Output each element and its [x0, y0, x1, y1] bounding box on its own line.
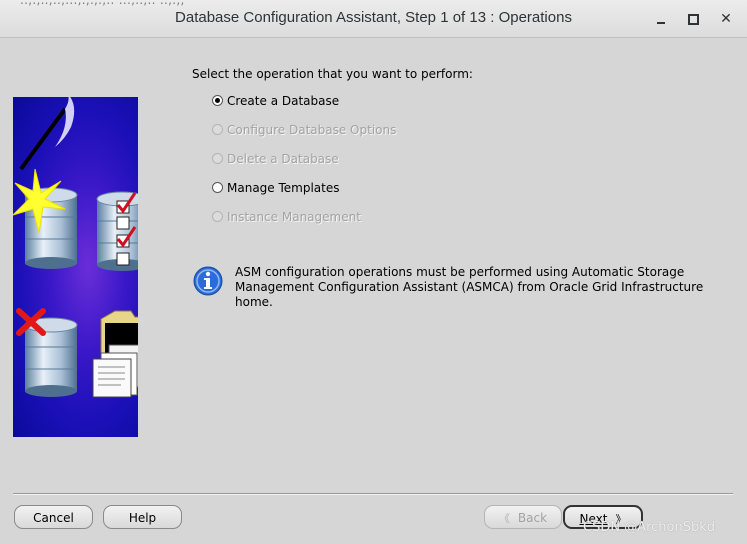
option-manage-templates[interactable]: Manage Templates — [212, 179, 340, 197]
info-icon — [193, 266, 223, 296]
close-icon[interactable]: ✕ — [716, 9, 736, 29]
help-button[interactable]: Help — [103, 505, 182, 529]
asm-info-message: ASM configuration operations must be per… — [235, 265, 735, 310]
footer-separator — [13, 493, 733, 495]
cancel-button[interactable]: Cancel — [14, 505, 93, 529]
option-label: Manage Templates — [227, 181, 340, 195]
info-text-line: Management Configuration Assistant (ASMC… — [235, 280, 704, 309]
magic-wand-icon — [19, 97, 75, 171]
title-bar: ..,.,..,..,...,.,.,.,.. ...,..,.. ..,.,,… — [0, 0, 747, 38]
templates-folder-icon — [92, 310, 138, 398]
chevron-left-icon: 《 — [498, 512, 510, 525]
radio-button — [212, 124, 223, 135]
option-label: Configure Database Options — [227, 123, 397, 137]
watermark: CSDN @ArchonSbkd — [583, 520, 716, 535]
option-label: Delete a Database — [227, 152, 339, 166]
database-delete-icon — [16, 308, 78, 397]
option-label: Create a Database — [227, 94, 340, 108]
operation-prompt: Select the operation that you want to pe… — [192, 67, 473, 81]
option-delete-database: Delete a Database — [212, 150, 339, 168]
option-label: Instance Management — [227, 210, 361, 224]
radio-button — [212, 153, 223, 164]
wizard-illustration — [13, 97, 138, 437]
radio-button[interactable] — [212, 182, 223, 193]
minimize-icon[interactable] — [651, 9, 671, 29]
back-button: 《 Back — [484, 505, 562, 529]
option-instance-management: Instance Management — [212, 208, 361, 226]
database-configure-icon — [96, 191, 138, 271]
info-text-line: ASM configuration operations must be per… — [235, 265, 685, 279]
radio-button-selected[interactable] — [212, 95, 223, 106]
radio-button — [212, 211, 223, 222]
option-create-database[interactable]: Create a Database — [212, 92, 339, 110]
window-title: Database Configuration Assistant, Step 1… — [175, 9, 572, 26]
maximize-icon[interactable] — [683, 9, 703, 29]
back-label: Back — [517, 511, 548, 525]
option-configure-database-options: Configure Database Options — [212, 121, 396, 139]
title-bar-ghost-text: ..,.,..,..,...,.,.,.,.. ...,..,.. ..,.,, — [20, 0, 185, 7]
database-create-icon — [13, 168, 78, 269]
